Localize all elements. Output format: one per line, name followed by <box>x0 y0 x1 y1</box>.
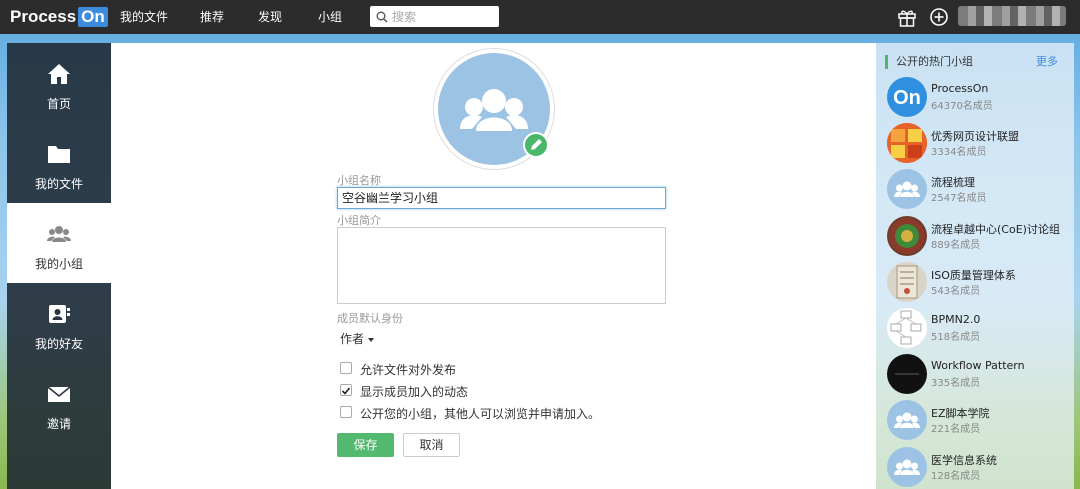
group-name: 医学信息系统 <box>931 454 997 467</box>
group-name: ProcessOn <box>931 82 989 95</box>
public-group-checkbox[interactable] <box>340 406 352 418</box>
logo-text: Process <box>10 7 77 26</box>
sidebar-item-label: 我的好友 <box>34 337 83 351</box>
group-logo <box>887 354 927 394</box>
group-logo <box>887 262 927 302</box>
home-icon <box>48 64 70 84</box>
nav-recommend[interactable]: 推荐 <box>200 0 224 34</box>
hot-group-item[interactable]: BPMN2.0 518名成员 <box>887 308 1072 348</box>
group-member-count: 2547名成员 <box>931 193 987 204</box>
group-logo <box>887 169 927 209</box>
hot-group-item[interactable]: 流程梳理 2547名成员 <box>887 169 1072 209</box>
svg-text:On: On <box>893 87 921 109</box>
hot-group-item[interactable]: 流程卓越中心(CoE)讨论组 889名成员 <box>887 216 1072 256</box>
group-name: Workflow Pattern <box>931 359 1025 372</box>
group-member-count: 3334名成员 <box>931 147 987 158</box>
sidebar-item-label: 首页 <box>46 97 71 111</box>
cancel-button[interactable]: 取消 <box>403 433 460 457</box>
sidebar: 首页 我的文件 我的小组 我的好友 邀请 <box>7 43 111 489</box>
group-icon <box>47 226 71 242</box>
hot-groups-title: 公开的热门小组 <box>885 55 973 69</box>
gift-icon[interactable] <box>896 6 918 28</box>
group-member-count: 518名成员 <box>931 332 981 343</box>
group-logo <box>887 123 927 163</box>
nav-discover[interactable]: 发现 <box>258 0 282 34</box>
group-member-count: 543名成员 <box>931 286 981 297</box>
group-member-count: 64370名成员 <box>931 101 993 112</box>
group-name-label: 小组名称 <box>337 174 381 187</box>
hot-group-item[interactable]: EZ脚本学院 221名成员 <box>887 400 1072 440</box>
show-member-activity-checkbox[interactable] <box>340 384 352 396</box>
pencil-icon <box>531 139 542 150</box>
group-member-count: 128名成员 <box>931 471 981 482</box>
allow-publish-label: 允许文件对外发布 <box>360 363 457 377</box>
sidebar-item-my-friends[interactable]: 我的好友 <box>7 283 111 363</box>
group-logo <box>887 308 927 348</box>
hot-group-item[interactable]: 医学信息系统 128名成员 <box>887 447 1072 487</box>
sidebar-item-label: 我的小组 <box>34 257 83 271</box>
group-logo <box>887 216 927 256</box>
group-logo <box>887 400 927 440</box>
search-icon <box>376 11 388 23</box>
sidebar-item-invite[interactable]: 邀请 <box>7 363 111 443</box>
default-role-dropdown[interactable]: 作者 <box>340 330 375 347</box>
group-name: EZ脚本学院 <box>931 407 990 420</box>
group-logo: On <box>887 77 927 117</box>
hot-groups-more-link[interactable]: 更多 <box>1036 55 1058 69</box>
nav-my-files[interactable]: 我的文件 <box>120 0 168 34</box>
search-placeholder: 搜索 <box>392 10 417 24</box>
sidebar-item-label: 邀请 <box>46 417 71 431</box>
hot-group-item[interactable]: Workflow Pattern 335名成员 <box>887 354 1072 394</box>
group-name: ISO质量管理体系 <box>931 269 1016 282</box>
checkmark-icon <box>341 387 351 395</box>
plus-circle-icon[interactable] <box>928 6 950 28</box>
group-name: BPMN2.0 <box>931 313 981 326</box>
group-member-count: 889名成员 <box>931 240 981 251</box>
public-group-label: 公开您的小组，其他人可以浏览并申请加入。 <box>360 407 601 421</box>
hot-group-item[interactable]: On ProcessOn 64370名成员 <box>887 77 1072 117</box>
processon-logo[interactable]: Process On <box>10 6 108 28</box>
sidebar-item-label: 我的文件 <box>34 177 83 191</box>
group-member-count: 335名成员 <box>931 378 981 389</box>
sidebar-item-home[interactable]: 首页 <box>7 43 111 123</box>
group-member-count: 221名成员 <box>931 424 981 435</box>
user-profile-blurred[interactable] <box>958 6 1066 26</box>
logo-on-badge: On <box>78 7 108 27</box>
group-name: 流程卓越中心(CoE)讨论组 <box>931 223 1060 236</box>
contact-card-icon <box>49 305 70 323</box>
group-intro-label: 小组简介 <box>337 214 381 227</box>
chevron-down-icon <box>368 337 375 342</box>
group-logo <box>887 447 927 487</box>
top-bar: Process On 我的文件 推荐 发现 小组 搜索 <box>0 0 1080 34</box>
search-input[interactable]: 搜索 <box>370 6 499 27</box>
allow-publish-checkbox[interactable] <box>340 362 352 374</box>
hot-group-item[interactable]: ISO质量管理体系 543名成员 <box>887 262 1072 302</box>
edit-avatar-button[interactable] <box>523 132 549 158</box>
sidebar-item-my-files[interactable]: 我的文件 <box>7 123 111 203</box>
group-name: 流程梳理 <box>931 176 975 189</box>
folder-icon <box>48 146 70 163</box>
default-role-value: 作者 <box>340 332 365 346</box>
envelope-icon <box>47 386 71 402</box>
nav-groups[interactable]: 小组 <box>318 0 342 34</box>
default-role-label: 成员默认身份 <box>337 312 403 325</box>
group-intro-textarea[interactable] <box>337 227 666 304</box>
show-member-activity-label: 显示成员加入的动态 <box>360 385 469 399</box>
sidebar-item-my-groups[interactable]: 我的小组 <box>7 203 111 283</box>
save-button[interactable]: 保存 <box>337 433 394 457</box>
hot-group-item[interactable]: 优秀网页设计联盟 3334名成员 <box>887 123 1072 163</box>
group-name-input[interactable]: 空谷幽兰学习小组 <box>337 187 666 209</box>
group-name: 优秀网页设计联盟 <box>931 130 1019 143</box>
